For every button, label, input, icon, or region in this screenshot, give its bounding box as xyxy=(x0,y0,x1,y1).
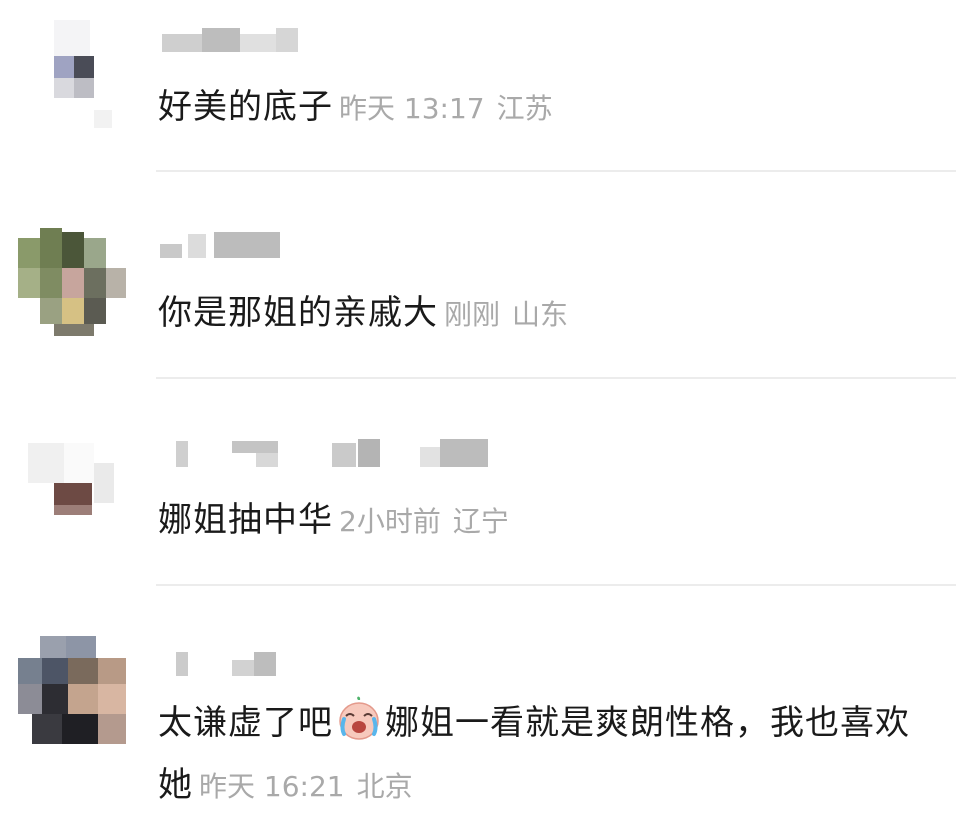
comment-body: 太谦虚了吧 娜姐一看就是爽朗性格，我也喜欢她 昨天 16:21 北京 xyxy=(158,692,926,818)
comment-location: 江苏 xyxy=(496,92,553,125)
comment-body: 好美的底子 昨天 13:17 江苏 xyxy=(158,76,926,140)
comment-time: 2小时前 xyxy=(339,505,441,538)
comment-text: 娜姐抽中华 xyxy=(158,500,333,540)
username-blurred[interactable] xyxy=(158,232,288,258)
comment-text-part-1: 太谦虚了吧 xyxy=(158,703,333,743)
comment-location: 北京 xyxy=(356,770,413,803)
comment-meta: 刚刚 山东 xyxy=(444,298,568,331)
comment-text: 好美的底子 xyxy=(158,87,333,127)
crying-face-emoji-icon xyxy=(335,694,383,742)
comment-meta: 昨天 13:17 江苏 xyxy=(339,92,553,125)
username-blurred[interactable] xyxy=(158,28,308,54)
avatar[interactable] xyxy=(18,228,126,336)
avatar[interactable] xyxy=(18,433,126,541)
comment-item[interactable]: 你是那姐的亲戚大 刚刚 山东 xyxy=(0,172,956,378)
comment-location: 辽宁 xyxy=(452,505,509,538)
comment-time: 刚刚 xyxy=(444,298,501,331)
avatar[interactable] xyxy=(18,20,126,128)
username-blurred[interactable] xyxy=(158,650,288,676)
comment-time: 昨天 16:21 xyxy=(199,770,345,803)
username-blurred[interactable] xyxy=(158,437,498,467)
comment-body: 你是那姐的亲戚大 刚刚 山东 xyxy=(158,282,926,346)
comment-location: 山东 xyxy=(512,298,569,331)
comment-item[interactable]: 太谦虚了吧 娜姐一看就是爽朗性格，我也喜欢她 昨天 16:21 北京 xyxy=(0,586,956,808)
avatar[interactable] xyxy=(18,636,126,744)
comment-meta: 昨天 16:21 北京 xyxy=(199,770,413,803)
comment-time: 昨天 13:17 xyxy=(339,92,485,125)
comment-item[interactable]: 好美的底子 昨天 13:17 江苏 xyxy=(0,0,956,172)
comment-text: 你是那姐的亲戚大 xyxy=(158,293,438,333)
comment-body: 娜姐抽中华 2小时前 辽宁 xyxy=(158,489,926,553)
comment-meta: 2小时前 辽宁 xyxy=(339,505,509,538)
comment-item[interactable]: 娜姐抽中华 2小时前 辽宁 xyxy=(0,379,956,585)
